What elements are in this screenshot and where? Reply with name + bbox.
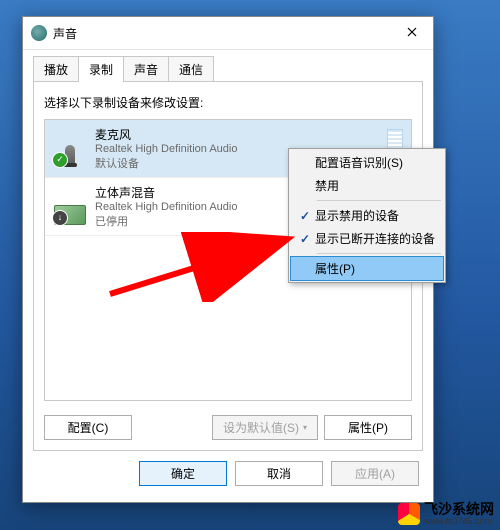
window-title: 声音 xyxy=(53,25,77,42)
tab-strip: 播放 录制 声音 通信 xyxy=(23,50,433,82)
menu-label: 属性(P) xyxy=(315,260,437,277)
watermark-logo-icon xyxy=(398,503,420,525)
sound-icon xyxy=(31,25,47,41)
menu-show-disabled[interactable]: ✓ 显示禁用的设备 xyxy=(291,204,443,227)
menu-label: 显示禁用的设备 xyxy=(315,207,437,224)
watermark: 飞沙系统网 www.fs0745.com xyxy=(398,502,494,526)
menu-show-disconnected[interactable]: ✓ 显示已断开连接的设备 xyxy=(291,227,443,250)
panel-button-row: 配置(C) 设为默认值(S) 属性(P) xyxy=(44,415,412,440)
menu-label: 配置语音识别(S) xyxy=(315,154,437,171)
menu-separator xyxy=(317,200,441,201)
mic-icon xyxy=(53,131,87,167)
instruction-text: 选择以下录制设备来修改设置: xyxy=(44,94,412,111)
watermark-url: www.fs0745.com xyxy=(424,516,494,526)
context-menu: 配置语音识别(S) 禁用 ✓ 显示禁用的设备 ✓ 显示已断开连接的设备 属性(P… xyxy=(288,148,446,283)
titlebar: 声音 xyxy=(23,17,433,50)
disabled-badge-icon xyxy=(52,210,68,226)
properties-button[interactable]: 属性(P) xyxy=(324,415,412,440)
menu-label: 禁用 xyxy=(315,177,437,194)
check-icon: ✓ xyxy=(300,209,310,223)
tab-playback[interactable]: 播放 xyxy=(33,56,79,82)
set-default-button[interactable]: 设为默认值(S) xyxy=(212,415,318,440)
cancel-button[interactable]: 取消 xyxy=(235,461,323,486)
menu-separator xyxy=(317,253,441,254)
dialog-button-row: 确定 取消 应用(A) xyxy=(23,457,433,496)
sound-card-icon xyxy=(53,189,87,225)
tab-communications[interactable]: 通信 xyxy=(168,56,214,82)
close-button[interactable] xyxy=(391,17,433,47)
check-icon: ✓ xyxy=(300,232,310,246)
ok-button[interactable]: 确定 xyxy=(139,461,227,486)
menu-disable[interactable]: 禁用 xyxy=(291,174,443,197)
tab-sounds[interactable]: 声音 xyxy=(123,56,169,82)
apply-button[interactable]: 应用(A) xyxy=(331,461,419,486)
default-badge-icon xyxy=(52,152,68,168)
close-icon xyxy=(407,27,417,37)
menu-properties[interactable]: 属性(P) xyxy=(290,256,444,281)
menu-configure-speech[interactable]: 配置语音识别(S) xyxy=(291,151,443,174)
watermark-name: 飞沙系统网 xyxy=(424,502,494,516)
device-name: 麦克风 xyxy=(95,126,381,143)
menu-label: 显示已断开连接的设备 xyxy=(315,230,437,247)
configure-button[interactable]: 配置(C) xyxy=(44,415,132,440)
tab-recording[interactable]: 录制 xyxy=(78,56,124,82)
